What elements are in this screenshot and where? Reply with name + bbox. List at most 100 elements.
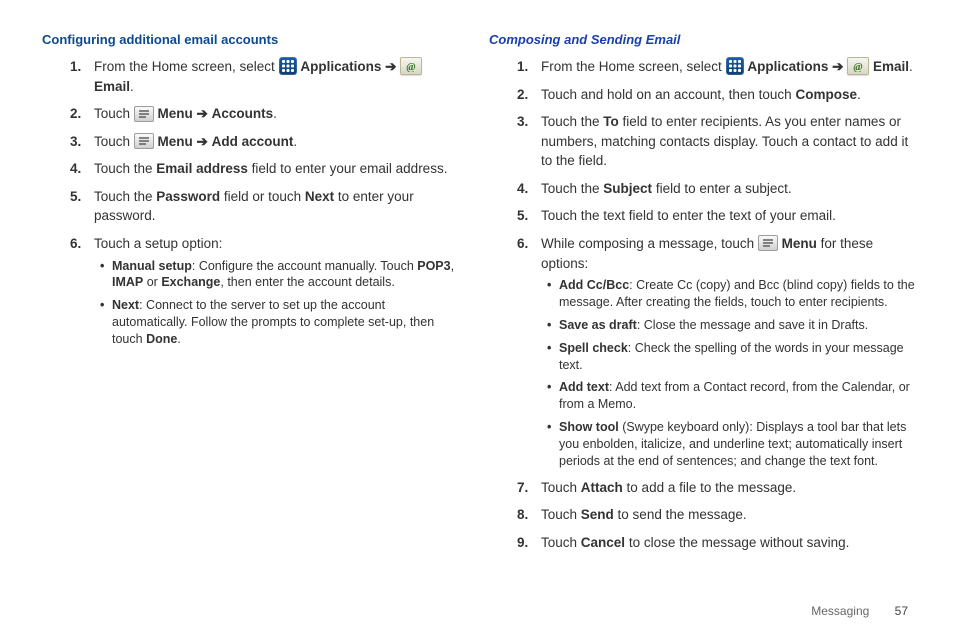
text: , — [451, 259, 454, 273]
heading-composing: Composing and Sending Email — [489, 32, 916, 47]
manual-page: Configuring additional email accounts Fr… — [0, 0, 954, 636]
bold-text: Add Cc/Bcc — [559, 278, 629, 292]
step: 9. Touch Cancel to close the message wit… — [517, 533, 916, 553]
step-number: 9. — [517, 533, 528, 553]
text: From the Home screen, select — [541, 59, 726, 74]
menu-icon — [134, 106, 154, 122]
applications-label: Applications — [747, 59, 828, 74]
section-name: Messaging — [811, 604, 869, 618]
text: : Configure the account manually. Touch — [192, 259, 417, 273]
step: Touch the text field to enter the text o… — [517, 206, 916, 226]
bold-text: To — [603, 114, 619, 129]
bullet: Next: Connect to the server to set up th… — [100, 297, 459, 348]
svg-text:@: @ — [407, 61, 416, 72]
menu-icon — [758, 235, 778, 251]
text: . — [909, 59, 913, 74]
page-number: 57 — [895, 604, 908, 618]
bullet: Spell check: Check the spelling of the w… — [547, 340, 916, 374]
text: . — [177, 332, 180, 346]
left-bullets: Manual setup: Configure the account manu… — [94, 258, 459, 348]
applications-icon — [726, 57, 744, 75]
applications-label: Applications — [300, 59, 381, 74]
text: . — [293, 134, 297, 149]
bold-text: Exchange — [161, 275, 220, 289]
text: Touch — [94, 134, 134, 149]
step: From the Home screen, select Application… — [517, 57, 916, 77]
text: Touch — [94, 106, 134, 121]
step-number: 8. — [517, 505, 528, 525]
text: Touch — [541, 480, 581, 495]
text: Touch a setup option: — [94, 236, 222, 251]
page-footer: Messaging 57 — [811, 604, 908, 618]
text: : Close the message and save it in Draft… — [637, 318, 868, 332]
step: Touch the Email address field to enter y… — [70, 159, 459, 179]
arrow: ➔ — [828, 59, 847, 74]
text: to close the message without saving. — [625, 535, 849, 550]
text: . — [273, 106, 277, 121]
step: Touch the Password field or touch Next t… — [70, 187, 459, 226]
text: From the Home screen, select — [94, 59, 279, 74]
menu-label: Menu — [158, 106, 193, 121]
svg-text:@: @ — [854, 61, 863, 72]
bold-text: Send — [581, 507, 614, 522]
text: Touch the — [541, 114, 603, 129]
email-label: Email — [873, 59, 909, 74]
text: Touch the — [541, 181, 603, 196]
email-icon: @ — [847, 57, 869, 75]
bold-text: Next — [112, 298, 139, 312]
step: While composing a message, touch Menu fo… — [517, 234, 916, 470]
bullet: Manual setup: Configure the account manu… — [100, 258, 459, 292]
email-icon: @ — [400, 57, 422, 75]
bold-text: Spell check — [559, 341, 628, 355]
step: Touch a setup option: Manual setup: Conf… — [70, 234, 459, 348]
target-label: Add account — [212, 134, 294, 149]
step: Touch and hold on an account, then touch… — [517, 85, 916, 105]
text: Touch — [541, 507, 581, 522]
step: Touch the Subject field to enter a subje… — [517, 179, 916, 199]
step: From the Home screen, select Application… — [70, 57, 459, 96]
arrow: ➔ — [193, 106, 212, 121]
right-bullets: Add Cc/Bcc: Create Cc (copy) and Bcc (bl… — [541, 277, 916, 470]
bold-text: IMAP — [112, 275, 143, 289]
step-number: 7. — [517, 478, 528, 498]
step: 8. Touch Send to send the message. — [517, 505, 916, 525]
bold-text: Subject — [603, 181, 652, 196]
bullet: Add text: Add text from a Contact record… — [547, 379, 916, 413]
right-steps: From the Home screen, select Application… — [489, 57, 916, 470]
applications-icon — [279, 57, 297, 75]
text: While composing a message, touch — [541, 236, 758, 251]
text: to add a file to the message. — [623, 480, 796, 495]
bold-text: Compose — [795, 87, 857, 102]
bold-text: Email address — [156, 161, 248, 176]
bullet: Save as draft: Close the message and sav… — [547, 317, 916, 334]
text: . — [130, 79, 134, 94]
right-steps-continued: 7. Touch Attach to add a file to the mes… — [489, 478, 916, 553]
text: or — [143, 275, 161, 289]
right-column: Composing and Sending Email From the Hom… — [479, 32, 916, 616]
bold-text: Show tool — [559, 420, 619, 434]
menu-icon — [134, 133, 154, 149]
step: 7. Touch Attach to add a file to the mes… — [517, 478, 916, 498]
bullet: Show tool (Swype keyboard only): Display… — [547, 419, 916, 470]
bold-text: Add text — [559, 380, 609, 394]
arrow: ➔ — [193, 134, 212, 149]
text: , then enter the account details. — [220, 275, 394, 289]
left-steps: From the Home screen, select Application… — [42, 57, 459, 348]
bold-text: Attach — [581, 480, 623, 495]
step: Touch Menu ➔ Accounts. — [70, 104, 459, 124]
bold-text: Done — [146, 332, 177, 346]
text: Touch the text field to enter the text o… — [541, 208, 836, 223]
step: Touch Menu ➔ Add account. — [70, 132, 459, 152]
text: field to enter your email address. — [248, 161, 448, 176]
arrow: ➔ — [381, 59, 400, 74]
email-label: Email — [94, 79, 130, 94]
menu-label: Menu — [782, 236, 817, 251]
text: . — [857, 87, 861, 102]
bold-text: Cancel — [581, 535, 625, 550]
target-label: Accounts — [212, 106, 274, 121]
menu-label: Menu — [158, 134, 193, 149]
bullet: Add Cc/Bcc: Create Cc (copy) and Bcc (bl… — [547, 277, 916, 311]
heading-configuring: Configuring additional email accounts — [42, 32, 459, 47]
step: Touch the To field to enter recipients. … — [517, 112, 916, 171]
text: : Add text from a Contact record, from t… — [559, 380, 910, 411]
